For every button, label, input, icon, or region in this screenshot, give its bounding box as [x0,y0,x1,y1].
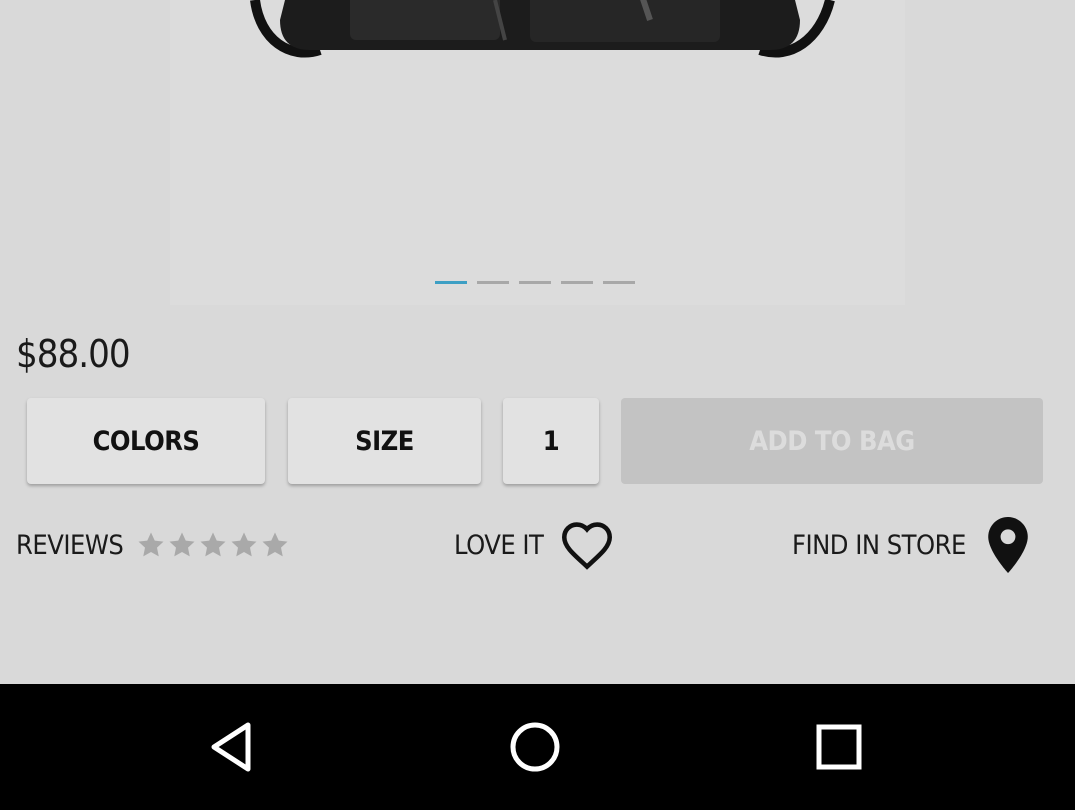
love-it-button[interactable]: LOVE IT [454,520,615,570]
rating-stars [135,530,290,560]
home-button[interactable] [475,684,595,810]
quantity-button[interactable]: 1 [503,398,599,484]
recents-square-icon [816,724,862,770]
product-price: $88.00 [16,332,131,376]
pager-dot[interactable] [435,281,467,284]
reviews-link[interactable]: REVIEWS [16,520,290,570]
colors-button[interactable]: COLORS [27,398,265,484]
product-photo [250,0,835,58]
heart-outline-icon [562,522,613,570]
home-circle-icon [510,722,560,772]
star-icon [138,532,164,557]
image-pager [0,281,1075,285]
pager-dot[interactable] [603,281,635,284]
size-button[interactable]: SIZE [288,398,481,484]
back-button[interactable] [172,684,292,810]
love-it-label: LOVE IT [454,529,544,561]
find-in-store-label: FIND IN STORE [792,529,966,561]
pager-dot[interactable] [519,281,551,284]
pager-dot[interactable] [561,281,593,284]
product-image-carousel[interactable] [0,0,1075,305]
add-to-bag-button[interactable]: ADD TO BAG [621,398,1043,484]
star-icon [231,532,257,557]
star-icon [169,532,195,557]
star-icon [200,532,226,557]
find-in-store-button[interactable]: FIND IN STORE [792,517,1028,573]
back-triangle-icon [211,722,251,772]
pager-dot[interactable] [477,281,509,284]
map-pin-icon [988,517,1028,573]
recents-button[interactable] [779,684,899,810]
reviews-label: REVIEWS [16,529,124,561]
system-navigation-bar [0,684,1075,810]
star-icon [262,532,288,557]
